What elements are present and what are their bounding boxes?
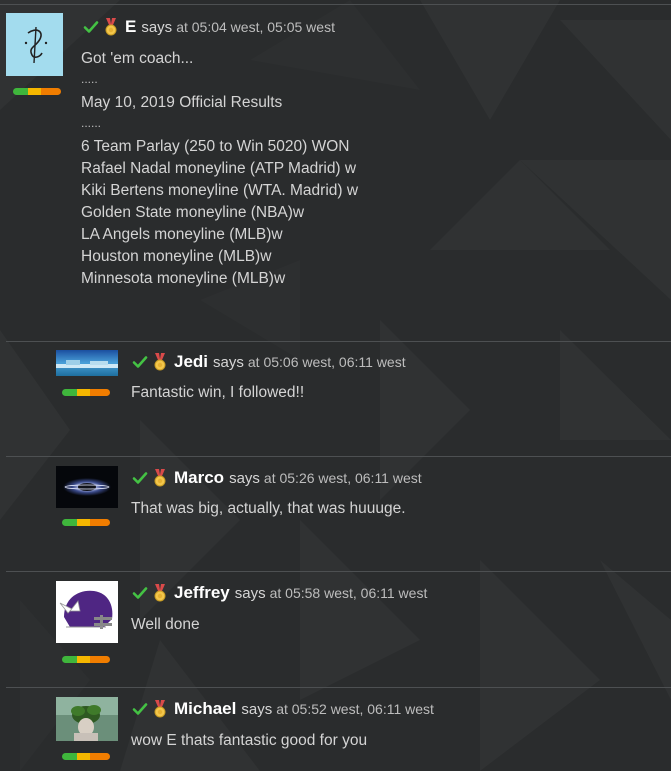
medal-icon [105, 18, 117, 36]
post-line: ..... [81, 72, 98, 86]
medal-icon [154, 700, 166, 718]
author-name[interactable]: Jeffrey [174, 583, 230, 603]
reply-comment: Jedi says at 05:06 west, 06:11 west Fant… [0, 341, 671, 456]
author-name[interactable]: Marco [174, 468, 224, 488]
check-icon [132, 356, 148, 368]
rating-bar [62, 753, 110, 760]
author-name[interactable]: Jedi [174, 352, 208, 372]
rating-bar [13, 88, 61, 95]
post-line: Golden State moneyline (NBA)w [81, 204, 305, 221]
post-line: LA Angels moneyline (MLB)w [81, 226, 283, 243]
post-line: Minnesota moneyline (MLB)w [81, 270, 286, 287]
says-label: says [234, 584, 266, 602]
post-timestamp: at 05:52 west, 06:11 west [276, 701, 434, 717]
author-name[interactable]: Michael [174, 699, 236, 719]
post-body: Got 'em coach... ..... May 10, 2019 Offi… [81, 48, 358, 290]
post-line: May 10, 2019 Official Results [81, 94, 283, 111]
rating-bar [62, 519, 110, 526]
post-timestamp: at 05:26 west, 06:11 west [263, 470, 422, 486]
says-label: says [229, 469, 260, 487]
medal-icon [154, 353, 166, 371]
avatar[interactable] [56, 581, 118, 643]
post-line: 6 Team Parlay (250 to Win 5020) WON [81, 138, 350, 155]
avatar[interactable] [56, 466, 118, 508]
reply-comment: Michael says at 05:52 west, 06:11 west w… [0, 688, 671, 771]
main-post: E says at 05:04 west, 05:05 west Got 'em… [0, 0, 671, 340]
reply-comment: Marco says at 05:26 west, 06:11 west Tha… [0, 457, 671, 571]
post-header: Michael says at 05:52 west, 06:11 west [132, 698, 434, 720]
post-header: E says at 05:04 west, 05:05 west [83, 16, 335, 38]
medal-icon [154, 584, 166, 602]
rating-bar [62, 656, 110, 663]
post-timestamp: at 05:58 west, 06:11 west [269, 585, 428, 601]
comment-text: Fantastic win, I followed!! [131, 384, 305, 401]
post-line: Got 'em coach... [81, 50, 194, 67]
check-icon [132, 703, 148, 715]
says-label: says [213, 353, 244, 371]
avatar[interactable] [56, 350, 118, 376]
says-label: says [141, 18, 173, 36]
author-name[interactable]: E [125, 17, 136, 37]
post-line: ...... [81, 116, 102, 130]
post-timestamp: at 05:06 west, 06:11 west [247, 354, 406, 370]
medal-icon [154, 469, 166, 487]
check-icon [132, 472, 148, 484]
comment-text: That was big, actually, that was huuuge. [131, 500, 406, 517]
post-header: Jeffrey says at 05:58 west, 06:11 west [132, 582, 427, 604]
check-icon [132, 587, 148, 599]
check-icon [83, 21, 99, 33]
post-header: Marco says at 05:26 west, 06:11 west [132, 467, 422, 489]
post-line: Rafael Nadal moneyline (ATP Madrid) w [81, 160, 357, 177]
post-header: Jedi says at 05:06 west, 06:11 west [132, 351, 406, 373]
says-label: says [241, 700, 273, 718]
reply-comment: Jeffrey says at 05:58 west, 06:11 west W… [0, 572, 671, 686]
rating-bar [62, 389, 110, 396]
post-timestamp: at 05:04 west, 05:05 west [176, 19, 335, 35]
post-line: Houston moneyline (MLB)w [81, 248, 272, 265]
avatar[interactable] [6, 13, 63, 76]
post-line: Kiki Bertens moneyline (WTA. Madrid) w [81, 182, 359, 199]
avatar[interactable] [56, 697, 118, 741]
comment-text: Well done [131, 616, 200, 633]
comment-text: wow E thats fantastic good for you [131, 732, 368, 749]
